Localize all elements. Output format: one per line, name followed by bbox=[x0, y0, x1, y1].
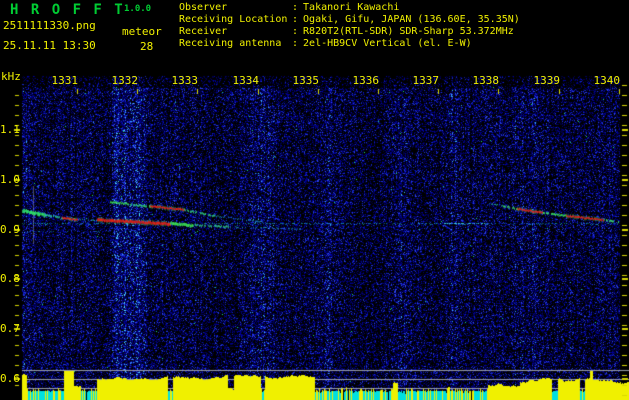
time-tick-label: 1335 bbox=[292, 74, 320, 87]
info-value: R820T2(RTL-SDR) SDR-Sharp 53.372MHz bbox=[303, 26, 514, 37]
date-time-label: 25.11.11 13:30 bbox=[3, 39, 96, 52]
freq-axis-unit: kHz bbox=[1, 70, 21, 83]
time-tick-label: 1334 bbox=[232, 74, 260, 87]
time-tick-label: 1331 bbox=[51, 74, 79, 87]
station-info: Observer: Takanori Kawachi Receiving Loca… bbox=[179, 2, 520, 50]
info-label: Receiver bbox=[179, 26, 228, 37]
info-label: Observer bbox=[179, 2, 228, 13]
freq-tick-label: 0.7 bbox=[0, 322, 20, 335]
time-tick-label: 1336 bbox=[352, 74, 380, 87]
output-filename: 2511111330.png bbox=[3, 19, 96, 32]
freq-tick-label: 0.8 bbox=[0, 272, 20, 285]
time-tick-label: 1339 bbox=[533, 74, 561, 87]
info-label: Receiving Location bbox=[179, 14, 288, 25]
time-tick-label: 1332 bbox=[111, 74, 139, 87]
echo-count: 28 bbox=[140, 40, 154, 53]
hrofft-window: H R O F F T 1.0.0 2511111330.png meteor … bbox=[0, 0, 629, 400]
time-tick-label: 1338 bbox=[472, 74, 500, 87]
info-value: Ogaki, Gifu, JAPAN (136.60E, 35.35N) bbox=[303, 14, 520, 25]
app-title: H R O F F T bbox=[10, 2, 125, 18]
mode-label: meteor bbox=[122, 25, 162, 38]
spectrogram-plot bbox=[0, 0, 629, 400]
freq-tick-label: 1.0 bbox=[0, 173, 20, 186]
info-value: 2el-HB9CV Vertical (el. E-W) bbox=[303, 38, 472, 49]
time-tick-label: 1333 bbox=[171, 74, 199, 87]
app-version: 1.0.0 bbox=[124, 4, 152, 14]
info-row-receiver: Receiver: R820T2(RTL-SDR) SDR-Sharp 53.37… bbox=[179, 26, 520, 38]
info-value: Takanori Kawachi bbox=[303, 2, 400, 13]
info-label: Receiving antenna bbox=[179, 38, 282, 49]
time-tick-label: 1337 bbox=[412, 74, 440, 87]
freq-tick-label: 0.6 bbox=[0, 372, 20, 385]
info-row-antenna: Receiving antenna:2el-HB9CV Vertical (el… bbox=[179, 38, 520, 50]
freq-tick-label: 1.1 bbox=[0, 123, 20, 136]
info-row-observer: Observer: Takanori Kawachi bbox=[179, 2, 520, 14]
time-tick-label: 1340 bbox=[593, 74, 621, 87]
info-row-location: Receiving Location: Ogaki, Gifu, JAPAN (1… bbox=[179, 14, 520, 26]
freq-tick-label: 0.9 bbox=[0, 223, 20, 236]
